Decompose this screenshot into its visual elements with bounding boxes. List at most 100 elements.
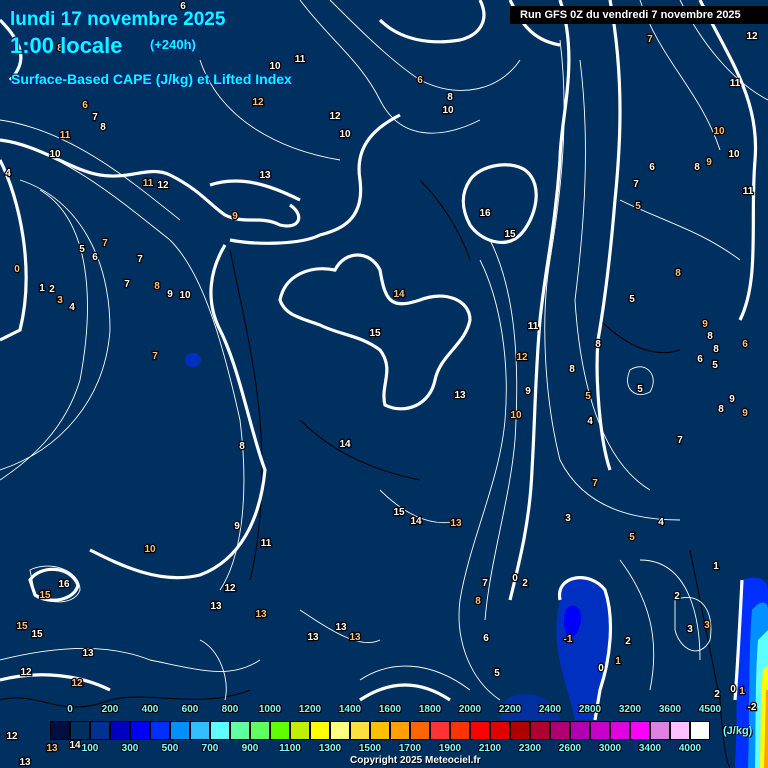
- lifted-index-label: 15: [504, 229, 516, 240]
- lifted-index-label: 10: [442, 105, 454, 116]
- lifted-index-label: 12: [6, 731, 18, 742]
- lifted-index-label: 10: [339, 129, 351, 140]
- lifted-index-label: 12: [71, 678, 83, 689]
- lifted-index-label: 16: [58, 579, 70, 590]
- lifted-index-label: 1: [39, 283, 45, 294]
- lifted-index-label: 15: [16, 621, 28, 632]
- coastlines-borders: [0, 179, 731, 768]
- lifted-index-label: 6: [742, 339, 748, 350]
- forecast-time: 1:00 locale: [10, 33, 123, 58]
- lifted-index-label: 7: [482, 578, 488, 589]
- lifted-index-label: 13: [307, 632, 319, 643]
- lifted-index-label: 14: [393, 289, 405, 300]
- copyright: Copyright 2025 Meteociel.fr: [350, 755, 481, 766]
- lifted-index-label: 7: [124, 279, 130, 290]
- lifted-index-label: 15: [39, 590, 51, 601]
- lifted-index-label: 10: [179, 290, 191, 301]
- lifted-index-label: 4: [658, 517, 664, 528]
- colorbar-tick-label: 2100: [478, 743, 502, 754]
- lifted-index-label: 8: [154, 281, 160, 292]
- lifted-index-label: 0: [14, 264, 20, 275]
- lifted-index-label: 5: [494, 668, 500, 679]
- lifted-index-label: 2: [674, 591, 680, 602]
- lifted-index-label: 4: [5, 168, 11, 179]
- colorbar-tick-label: 1900: [438, 743, 462, 754]
- colorbar-swatch: [150, 721, 170, 740]
- lifted-index-label: 1: [615, 656, 621, 667]
- lifted-index-label: 8: [569, 364, 575, 375]
- lifted-index-label: 8: [100, 122, 106, 133]
- colorbar-swatch: [670, 721, 690, 740]
- lifted-index-label: 12: [746, 31, 758, 42]
- map-layer: 68111068107 12111212106781110411 12139 1615…: [0, 0, 768, 768]
- lifted-index-label: 11: [295, 54, 306, 65]
- colorbar-swatch: [530, 721, 550, 740]
- lifted-index-label: -1: [564, 634, 573, 645]
- lifted-index-label: 7: [592, 478, 598, 489]
- colorbar-swatch: [410, 721, 430, 740]
- lifted-index-label: 7: [633, 179, 639, 190]
- colorbar-tick-label: 2300: [518, 743, 542, 754]
- lifted-index-label: 2: [522, 578, 528, 589]
- lifted-index-label: 4: [587, 416, 593, 427]
- colorbar-tick-label: 3600: [658, 704, 682, 715]
- colorbar-swatch: [390, 721, 410, 740]
- colorbar-swatch: [70, 721, 90, 740]
- colorbar-swatch: [450, 721, 470, 740]
- lifted-index-label: 15: [393, 507, 405, 518]
- lifted-index-label: 11: [528, 321, 539, 332]
- colorbar-swatch: [190, 721, 210, 740]
- colorbar-swatch: [230, 721, 250, 740]
- colorbar-swatch: [630, 721, 650, 740]
- lifted-index-label: 3: [565, 513, 571, 524]
- lifted-index-label: 11: [143, 178, 154, 189]
- lifted-index-label: 13: [259, 170, 271, 181]
- lifted-index-label: 9: [742, 408, 748, 419]
- lifted-index-label: 11: [743, 186, 754, 197]
- colorbar-tick-label: 1200: [298, 704, 322, 715]
- colorbar-tick-label: 3000: [598, 743, 622, 754]
- colorbar-tick-label: 2800: [578, 704, 602, 715]
- lifted-index-label: 11: [730, 78, 741, 89]
- colorbar-swatch: [130, 721, 150, 740]
- cape-map: 6 8 11 10 6 8 10 7 12 11 12 12 10 6 7 8 11 10 4 11 12 13 9 16 15…: [0, 0, 768, 768]
- colorbar-swatch: [210, 721, 230, 740]
- lifted-index-label: 0: [598, 663, 604, 674]
- lifted-index-label: 2: [49, 284, 55, 295]
- lifted-index-label: 8: [675, 268, 681, 279]
- lifted-index-label: 9: [729, 394, 735, 405]
- lifted-index-label: 7: [647, 34, 653, 45]
- colorbar-tick-label: 3200: [618, 704, 642, 715]
- colorbar-swatch: [330, 721, 350, 740]
- lifted-index-label: 0: [512, 573, 518, 584]
- colorbar-tick-label: 1100: [279, 743, 301, 754]
- lifted-index-label: 8: [694, 162, 700, 173]
- lifted-index-label: 8: [707, 331, 713, 342]
- lifted-index-label: 8: [718, 404, 724, 415]
- colorbar-tick-label: 400: [141, 704, 159, 715]
- lifted-index-label: 9: [702, 319, 708, 330]
- lifted-index-label: -2: [748, 702, 757, 713]
- lifted-index-label: 5: [629, 294, 635, 305]
- lifted-index-label: 15: [369, 328, 381, 339]
- lifted-index-label: 0: [730, 684, 736, 695]
- lifted-index-label: 4: [69, 302, 75, 313]
- colorbar-swatch: [250, 721, 270, 740]
- colorbar-tick-label: 700: [201, 743, 219, 754]
- colorbar-tick-label: 2600: [558, 743, 582, 754]
- lifted-index-label: 3: [704, 620, 710, 631]
- lifted-index-label: 6: [483, 633, 489, 644]
- forecast-date: lundi 17 novembre 2025: [10, 9, 226, 30]
- lifted-index-label: 10: [144, 544, 156, 555]
- lifted-index-label: 6: [649, 162, 655, 173]
- colorbar-tick-label: 4500: [698, 704, 722, 715]
- lifted-index-label: 13: [46, 743, 58, 754]
- cape-area-south: [556, 577, 611, 720]
- lifted-index-label: 6: [417, 75, 423, 86]
- lifted-index-label: 14: [410, 516, 422, 527]
- colorbar-swatch: [570, 721, 590, 740]
- colorbar-swatch: [290, 721, 310, 740]
- lifted-index-label: 8: [475, 596, 481, 607]
- colorbar-tick-label: 500: [161, 743, 179, 754]
- lifted-index-label: 12: [252, 97, 264, 108]
